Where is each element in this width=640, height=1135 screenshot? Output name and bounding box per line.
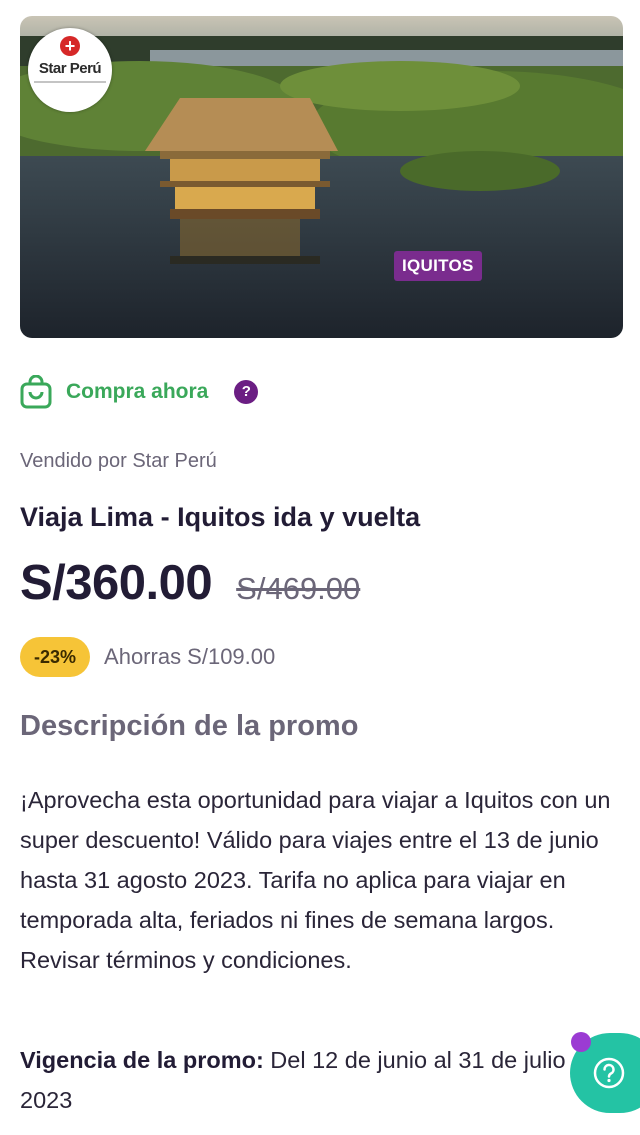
shopping-bag-icon [20,375,52,409]
price-row: S/360.00 S/469.00 [20,555,360,611]
validity-text: Vigencia de la promo: Del 12 de junio al… [20,1040,610,1120]
seller-label: Vendido por Star Perú [20,450,217,472]
destination-badge: IQUITOS [394,251,482,281]
question-circle-icon[interactable] [593,1057,625,1089]
description-heading: Descripción de la promo [20,710,359,742]
star-peru-logo: + Star Perú [28,28,112,112]
validity-label: Vigencia de la promo: [20,1047,264,1073]
hero-image: + Star Perú IQUITOS [20,16,623,338]
savings-text: Ahorras S/109.00 [104,644,276,669]
savings-row: -23% Ahorras S/109.00 [20,637,275,677]
buy-now-label[interactable]: Compra ahora [66,380,208,404]
help-icon[interactable]: ? [234,380,259,404]
description-text: ¡Aprovecha esta oportunidad para viajar … [20,787,611,973]
current-price: S/360.00 [20,556,213,610]
cross-icon: + [60,36,80,56]
buy-now-row[interactable]: Compra ahora ? [20,372,259,412]
brand-name: Star Perú [38,60,102,77]
brand-tagline-line [34,81,106,83]
product-title: Viaja Lima - Iquitos ida y vuelta [20,502,421,532]
discount-badge: -23% [20,637,91,677]
notification-dot [571,1032,591,1052]
original-price: S/469.00 [236,571,361,606]
